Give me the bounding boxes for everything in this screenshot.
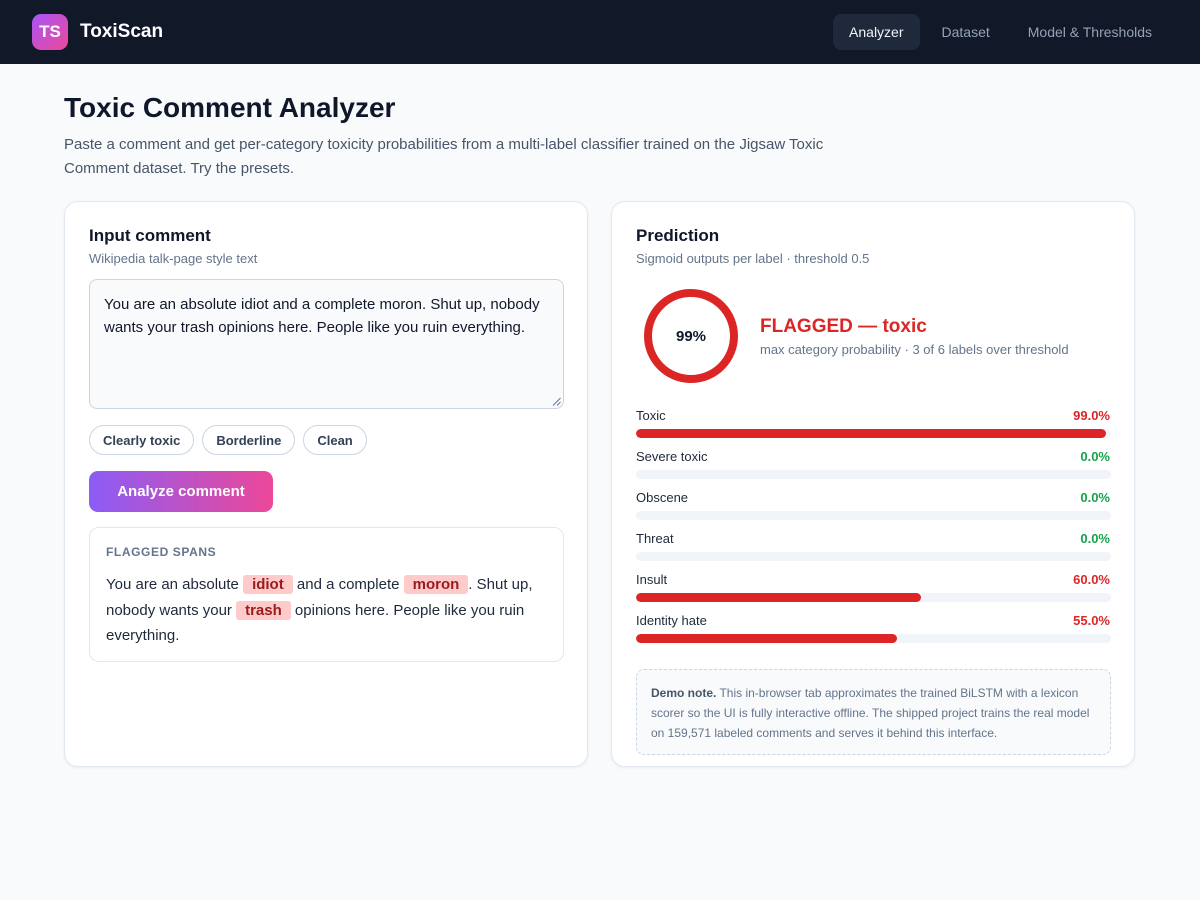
app-logo: TS (32, 14, 68, 50)
input-card-title: Input comment (89, 226, 211, 245)
comment-textarea[interactable]: You are an absolute idiot and a complete… (89, 279, 564, 409)
verdict-row: 99% FLAGGED — toxic max category probabi… (636, 286, 1110, 386)
label-name: Threat (636, 531, 674, 546)
probability-bar-fill (636, 593, 921, 602)
flagged-spans-panel: FLAGGED SPANS You are an absolute idiot … (89, 527, 564, 662)
probability-bar-track (636, 470, 1111, 479)
main-nav: Analyzer Dataset Model & Thresholds (833, 14, 1168, 50)
input-card-subtitle: Wikipedia talk-page style text (89, 251, 258, 266)
label-name: Severe toxic (636, 449, 708, 464)
label-row-identity-hate: Identity hate 55.0% (636, 613, 1111, 654)
gauge-value: 99% (675, 327, 707, 345)
verdict-subtitle: max category probability · 3 of 6 labels… (760, 341, 1069, 357)
probability-bar-track (636, 593, 1111, 602)
label-percent: 0.0% (1080, 531, 1110, 546)
label-name: Identity hate (636, 613, 707, 628)
prediction-card: Prediction Sigmoid outputs per label · t… (611, 201, 1135, 767)
prediction-card-subtitle: Sigmoid outputs per label · threshold 0.… (636, 251, 870, 266)
verdict: FLAGGED — toxic max category probability… (760, 316, 1069, 357)
input-card: Input comment Wikipedia talk-page style … (64, 201, 588, 767)
top-bar: TS ToxiScan Analyzer Dataset Model & Thr… (0, 0, 1200, 64)
probability-bar-fill (636, 634, 898, 643)
label-row-insult: Insult 60.0% (636, 572, 1111, 613)
span-text: and a complete (292, 576, 404, 593)
comment-text: You are an absolute idiot and a complete… (104, 296, 540, 336)
prediction-card-title: Prediction (636, 226, 720, 245)
probability-bar-track (636, 552, 1111, 561)
label-name: Obscene (636, 490, 689, 505)
probability-bar-track (636, 429, 1111, 438)
label-percent: 55.0% (1073, 613, 1110, 628)
label-row-obscene: Obscene 0.0% (636, 490, 1111, 531)
preset-chips: Clearly toxic Borderline Clean (89, 425, 563, 455)
flagged-spans-heading: FLAGGED SPANS (106, 545, 217, 559)
label-name: Toxic (636, 408, 666, 423)
label-row-toxic: Toxic 99.0% (636, 408, 1111, 449)
label-percent: 99.0% (1073, 408, 1110, 423)
page-description: Paste a comment and get per-category tox… (64, 136, 824, 177)
preset-borderline[interactable]: Borderline (202, 425, 296, 455)
tab-model-thresholds[interactable]: Model & Thresholds (1012, 14, 1168, 50)
page-title: Toxic Comment Analyzer (64, 92, 396, 123)
probability-bar-track (636, 634, 1111, 643)
tab-dataset[interactable]: Dataset (926, 14, 1006, 50)
main-grid: Input comment Wikipedia talk-page style … (64, 201, 1135, 767)
label-row-severe-toxic: Severe toxic 0.0% (636, 449, 1111, 490)
preset-clean[interactable]: Clean (303, 425, 367, 455)
demo-note-text: This in-browser tab approximates the tra… (651, 686, 1090, 740)
label-percent: 0.0% (1080, 449, 1110, 464)
verdict-title: FLAGGED — toxic (760, 315, 927, 337)
analyze-button[interactable]: Analyze comment (89, 471, 273, 512)
tab-analyzer[interactable]: Analyzer (833, 14, 920, 50)
flagged-spans-text: You are an absolute idiot and a complete… (106, 572, 547, 649)
demo-note: Demo note. This in-browser tab approxima… (636, 669, 1111, 755)
demo-note-label: Demo note. (651, 686, 717, 700)
span-text: You are an absolute (106, 576, 244, 593)
resize-grip-icon[interactable] (552, 397, 561, 406)
preset-clearly-toxic[interactable]: Clearly toxic (89, 425, 195, 455)
label-row-threat: Threat 0.0% (636, 531, 1111, 572)
label-list: Toxic 99.0% Severe toxic 0.0% Obscene 0.0% … (636, 408, 1111, 654)
label-name: Insult (636, 572, 668, 587)
probability-bar-track (636, 511, 1111, 520)
toxicity-gauge: 99% (641, 286, 741, 386)
page-header: Toxic Comment Analyzer Paste a comment a… (0, 64, 1200, 181)
flagged-span: moron (403, 575, 469, 594)
probability-bar-fill (636, 429, 1107, 438)
flagged-span: idiot (243, 575, 293, 594)
app-name: ToxiScan (80, 21, 164, 42)
label-percent: 60.0% (1073, 572, 1110, 587)
flagged-span: trash (236, 600, 291, 620)
label-percent: 0.0% (1080, 490, 1110, 505)
